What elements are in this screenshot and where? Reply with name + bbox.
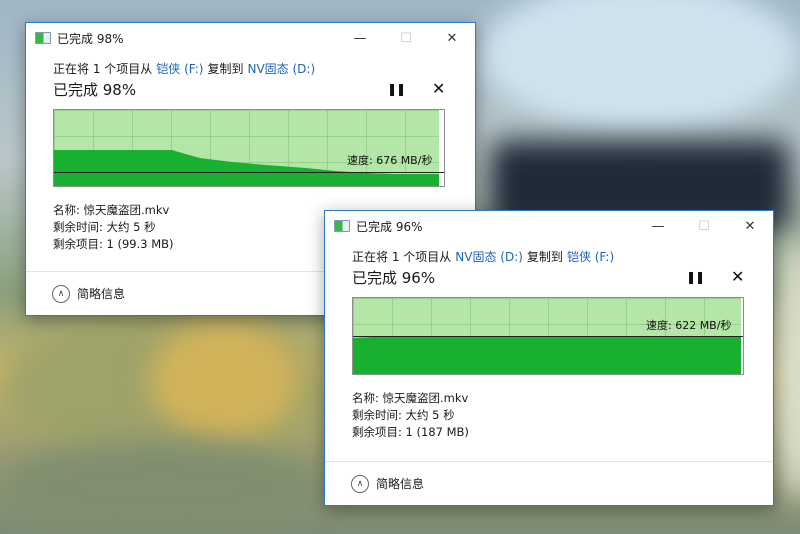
- minimize-icon[interactable]: —: [635, 211, 681, 241]
- maximize-icon: ☐: [400, 30, 412, 46]
- speed-label: 速度: 622 MB/秒: [646, 319, 732, 332]
- close-icon[interactable]: ✕: [429, 23, 475, 53]
- copy-prefix: 正在将 1 个项目从: [53, 61, 153, 76]
- title-bar[interactable]: 已完成 96% — ☐ ✕: [325, 211, 773, 241]
- fewer-details-label: 简略信息: [376, 477, 425, 491]
- copy-dialog-2: 已完成 96% — ☐ ✕ 正在将 1 个项目从 NV固态 (D:) 复制到 铠…: [324, 210, 774, 506]
- progress-status: 已完成 96%: [352, 269, 436, 287]
- minimize-icon[interactable]: —: [337, 23, 383, 53]
- window-title: 已完成 98%: [57, 31, 124, 46]
- pause-icon[interactable]: ❚❚: [686, 270, 705, 284]
- copy-mid: 复制到: [526, 249, 563, 264]
- time-remaining: 剩余时间: 大约 5 秒: [352, 407, 455, 422]
- cancel-icon[interactable]: ✕: [731, 267, 744, 286]
- maximize-icon: ☐: [698, 218, 710, 234]
- copy-prefix: 正在将 1 个项目从: [352, 249, 452, 264]
- destination-link[interactable]: 铠侠 (F:): [567, 248, 614, 265]
- fewer-details-button[interactable]: ∧ 简略信息: [325, 461, 773, 505]
- window-title: 已完成 96%: [356, 219, 423, 234]
- source-link[interactable]: 铠侠 (F:): [156, 60, 203, 77]
- speed-label: 速度: 676 MB/秒: [347, 154, 433, 167]
- chevron-up-icon[interactable]: ∧: [52, 284, 70, 303]
- file-name: 名称: 惊天魔盗团.mkv: [352, 390, 469, 405]
- close-icon[interactable]: ✕: [727, 211, 773, 241]
- remaining-area: [439, 110, 444, 186]
- chevron-up-icon[interactable]: ∧: [351, 474, 369, 493]
- copy-mid: 复制到: [207, 61, 244, 76]
- current-speed-line: [54, 172, 444, 173]
- file-copy-icon: [334, 220, 350, 232]
- pause-icon[interactable]: ❚❚: [387, 82, 406, 96]
- speed-history-area: [353, 336, 741, 374]
- file-copy-icon: [35, 32, 51, 44]
- cancel-icon[interactable]: ✕: [432, 79, 445, 98]
- copy-description: 正在将 1 个项目从 铠侠 (F:) 复制到 NV固态 (D:): [53, 59, 475, 77]
- current-speed-line: [353, 336, 743, 337]
- speed-graph: 速度: 676 MB/秒: [53, 109, 445, 187]
- progress-status: 已完成 98%: [53, 81, 137, 99]
- copy-description: 正在将 1 个项目从 NV固态 (D:) 复制到 铠侠 (F:): [352, 247, 773, 265]
- destination-link[interactable]: NV固态 (D:): [247, 60, 315, 77]
- fewer-details-label: 简略信息: [77, 287, 126, 301]
- speed-area: [54, 110, 444, 186]
- items-remaining: 剩余项目: 1 (187 MB): [352, 424, 469, 439]
- title-bar[interactable]: 已完成 98% — ☐ ✕: [26, 23, 475, 53]
- speed-graph: 速度: 622 MB/秒: [352, 297, 744, 375]
- source-link[interactable]: NV固态 (D:): [455, 248, 523, 265]
